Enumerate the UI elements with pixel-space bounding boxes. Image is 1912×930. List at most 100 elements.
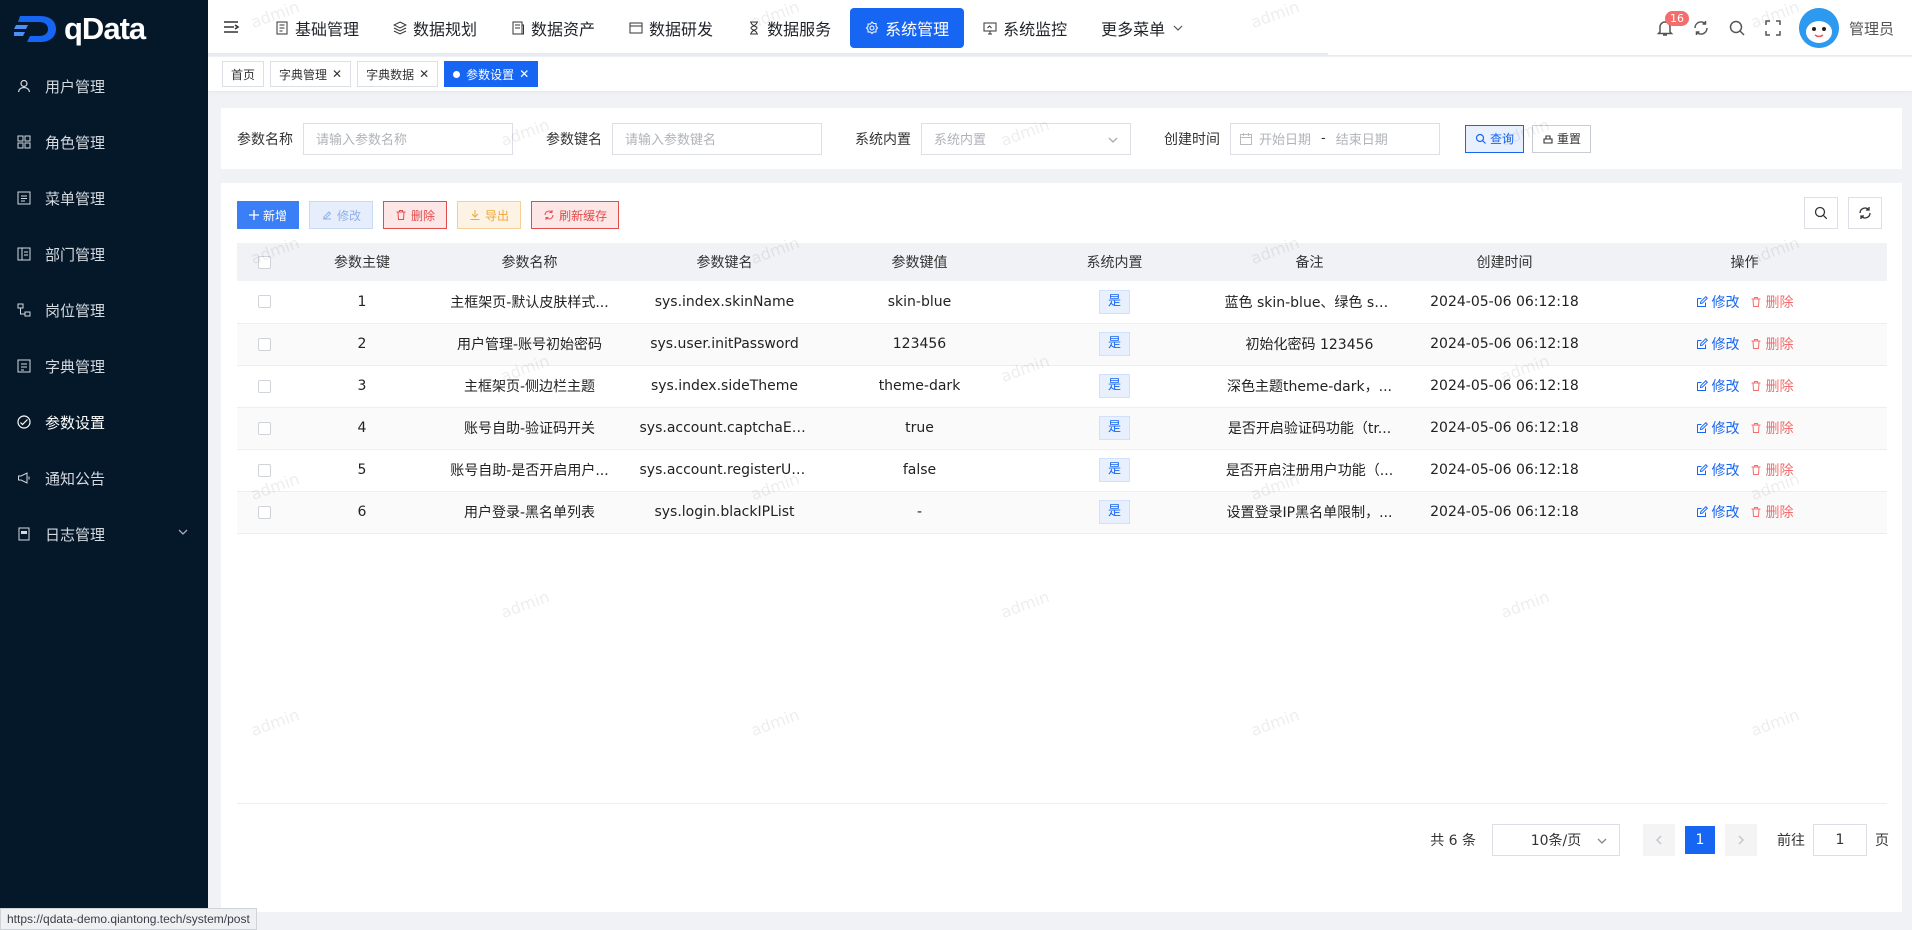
edit-icon	[1696, 380, 1708, 391]
row-edit-button[interactable]: 修改	[1696, 334, 1740, 354]
row-delete-label: 删除	[1765, 294, 1794, 311]
select-all-checkbox[interactable]	[258, 255, 271, 269]
row-delete-button[interactable]: 删除	[1750, 502, 1794, 522]
select-all-cell	[237, 243, 292, 281]
table-row[interactable]: 1 主框架页-默认皮肤样式... sys.index.skinName skin-bl…	[237, 281, 1887, 324]
query-button[interactable]: 查询	[1465, 124, 1525, 153]
row-delete-button[interactable]: 删除	[1750, 292, 1794, 312]
delete-button[interactable]: 删除	[383, 201, 448, 229]
collapse-menu-icon[interactable]	[222, 18, 240, 40]
sidebar-item-config[interactable]: 参数设置	[0, 394, 208, 450]
builtin-tag: 是	[1098, 332, 1130, 356]
add-button[interactable]: 新增	[237, 201, 300, 229]
chevron-right-icon	[1738, 835, 1744, 845]
nav-item-0[interactable]: 基础管理	[260, 8, 374, 48]
next-page-button[interactable]	[1725, 824, 1757, 856]
nav-divider	[208, 53, 1328, 55]
tab-0[interactable]: 首页	[222, 61, 265, 87]
cell-value: true	[822, 407, 1017, 450]
export-button[interactable]: 导出	[457, 201, 522, 229]
row-delete-button[interactable]: 删除	[1750, 334, 1794, 354]
nav-item-4[interactable]: 数据服务	[732, 8, 846, 48]
fullscreen-icon[interactable]	[1755, 8, 1791, 48]
sidebar-item-dept[interactable]: 部门管理	[0, 226, 208, 282]
start-date-input[interactable]: 开始日期	[1259, 129, 1311, 148]
cell-name: 主框架页-默认皮肤样式...	[432, 281, 627, 324]
row-edit-button[interactable]: 修改	[1696, 502, 1740, 522]
logo-text: qData	[64, 11, 146, 46]
sidebar-item-menu[interactable]: 菜单管理	[0, 170, 208, 226]
toggle-search-button[interactable]	[1804, 197, 1838, 229]
table-row[interactable]: 5 账号自助-是否开启用户... sys.account.registerUser f…	[237, 449, 1887, 492]
row-edit-button[interactable]: 修改	[1696, 376, 1740, 396]
cell-id: 5	[292, 449, 432, 492]
reset-button[interactable]: 重置	[1532, 124, 1592, 153]
logo[interactable]: qData	[0, 0, 208, 58]
date-range-picker[interactable]: 开始日期 - 结束日期	[1230, 122, 1440, 155]
row-delete-button[interactable]: 删除	[1750, 460, 1794, 480]
nav-item-1[interactable]: 数据规划	[378, 8, 492, 48]
row-checkbox[interactable]	[258, 505, 271, 519]
param-name-input[interactable]: 请输入参数名称	[303, 122, 513, 155]
row-delete-button[interactable]: 删除	[1750, 376, 1794, 396]
prev-page-button[interactable]	[1643, 824, 1675, 856]
nav-item-2[interactable]: 数据资产	[496, 8, 610, 48]
close-icon[interactable]: ✕	[519, 67, 529, 81]
post-icon	[17, 303, 31, 317]
sidebar-item-notice[interactable]: 通知公告	[0, 450, 208, 506]
config-icon	[17, 415, 31, 429]
notification-bell[interactable]: 16	[1647, 8, 1689, 48]
row-delete-button[interactable]: 删除	[1750, 418, 1794, 438]
param-key-input[interactable]: 请输入参数键名	[612, 122, 822, 155]
sidebar-item-role[interactable]: 角色管理	[0, 114, 208, 170]
row-checkbox[interactable]	[258, 421, 271, 435]
cell-remark: 深色主题theme-dark，...	[1212, 365, 1407, 408]
table-row[interactable]: 2 用户管理-账号初始密码 sys.user.initPassword 123456 是…	[237, 323, 1887, 366]
row-checkbox[interactable]	[258, 337, 271, 351]
page-number-current[interactable]: 1	[1685, 826, 1715, 854]
row-edit-button[interactable]: 修改	[1696, 418, 1740, 438]
tab-2[interactable]: 字典数据 ✕	[357, 61, 439, 87]
sidebar-item-dict[interactable]: 字典管理	[0, 338, 208, 394]
cell-key: sys.login.blackIPList	[627, 491, 822, 534]
table-row[interactable]: 4 账号自助-验证码开关 sys.account.captchaEna... true…	[237, 407, 1887, 450]
close-icon[interactable]: ✕	[419, 67, 429, 81]
end-date-input[interactable]: 结束日期	[1336, 129, 1388, 148]
close-icon[interactable]: ✕	[332, 67, 342, 81]
username[interactable]: 管理员	[1849, 18, 1894, 39]
header-id: 参数主键	[292, 243, 432, 281]
cell-name: 用户登录-黑名单列表	[432, 491, 627, 534]
tab-1[interactable]: 字典管理 ✕	[270, 61, 352, 87]
row-edit-button[interactable]: 修改	[1696, 460, 1740, 480]
refresh-page-icon[interactable]	[1683, 8, 1719, 48]
header-value: 参数键值	[822, 243, 1017, 281]
tab-3[interactable]: 参数设置 ✕	[444, 61, 539, 87]
role-icon	[17, 135, 31, 149]
nav-item-label: 数据服务	[767, 20, 832, 39]
nav-item-6[interactable]: 系统监控	[968, 8, 1082, 48]
row-checkbox[interactable]	[258, 379, 271, 393]
goto-suffix: 页	[1875, 833, 1889, 849]
refresh-cache-button[interactable]: 刷新缓存	[531, 201, 620, 229]
table-row[interactable]: 6 用户登录-黑名单列表 sys.login.blackIPList - 是 设置登录IP…	[237, 491, 1887, 534]
search-icon[interactable]	[1719, 8, 1755, 48]
edit-button[interactable]: 修改	[309, 201, 374, 229]
nav-item-3[interactable]: 数据研发	[614, 8, 728, 48]
builtin-select[interactable]: 系统内置	[921, 122, 1131, 155]
nav-item-label: 更多菜单	[1101, 20, 1166, 39]
table-row[interactable]: 3 主框架页-侧边栏主题 sys.index.sideTheme theme-dark…	[237, 365, 1887, 408]
nav-item-5[interactable]: 系统管理	[850, 8, 965, 48]
row-edit-button[interactable]: 修改	[1696, 292, 1740, 312]
sidebar-item-post[interactable]: 岗位管理	[0, 282, 208, 338]
cell-id: 6	[292, 491, 432, 534]
page-size-select[interactable]: 10条/页	[1492, 824, 1620, 856]
row-checkbox[interactable]	[258, 295, 271, 309]
sidebar-item-log[interactable]: 日志管理	[0, 506, 208, 562]
nav-item-7[interactable]: 更多菜单	[1086, 8, 1204, 48]
sidebar-item-user[interactable]: 用户管理	[0, 58, 208, 114]
goto-page-input[interactable]: 1	[1813, 824, 1867, 856]
avatar[interactable]	[1798, 8, 1839, 48]
refresh-table-button[interactable]	[1848, 197, 1882, 229]
row-select-cell	[237, 449, 292, 492]
row-checkbox[interactable]	[258, 463, 271, 477]
